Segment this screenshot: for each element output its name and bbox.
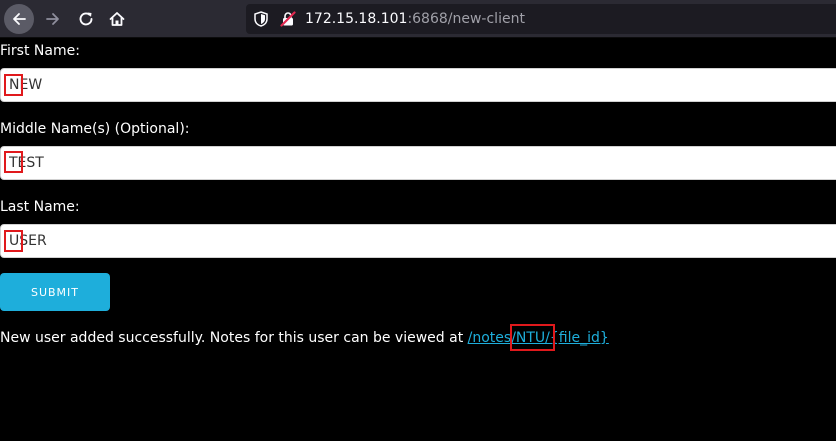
insecure-lock-icon[interactable] bbox=[280, 11, 296, 27]
home-button[interactable] bbox=[102, 4, 132, 34]
success-message: New user added successfully. Notes for t… bbox=[0, 329, 609, 347]
url-text[interactable]: 172.15.18.101:6868/new-client bbox=[305, 10, 525, 28]
last-name-label: Last Name: bbox=[0, 199, 80, 215]
url-bar[interactable]: 172.15.18.101:6868/new-client bbox=[246, 4, 836, 34]
forward-button[interactable] bbox=[38, 4, 68, 34]
first-name-input[interactable] bbox=[0, 68, 836, 102]
reload-icon bbox=[79, 12, 93, 26]
middle-name-input[interactable] bbox=[0, 146, 836, 180]
middle-name-label: Middle Name(s) (Optional): bbox=[0, 121, 190, 137]
url-path: :6868/new-client bbox=[407, 11, 525, 27]
page-content: First Name: Middle Name(s) (Optional): L… bbox=[0, 38, 836, 441]
notes-link[interactable]: /notes/NTU/{file_id} bbox=[468, 330, 609, 346]
home-icon bbox=[109, 12, 125, 26]
reload-button[interactable] bbox=[71, 4, 101, 34]
success-message-text: New user added successfully. Notes for t… bbox=[0, 330, 468, 346]
browser-toolbar: 172.15.18.101:6868/new-client bbox=[0, 0, 836, 38]
url-host: 172.15.18.101 bbox=[305, 11, 408, 27]
forward-arrow-icon bbox=[46, 13, 59, 25]
last-name-input[interactable] bbox=[0, 224, 836, 258]
back-arrow-icon bbox=[13, 13, 26, 25]
tracking-shield-icon[interactable] bbox=[254, 11, 268, 27]
first-name-label: First Name: bbox=[0, 43, 80, 59]
back-button[interactable] bbox=[4, 4, 34, 34]
submit-button[interactable]: SUBMIT bbox=[0, 273, 110, 311]
